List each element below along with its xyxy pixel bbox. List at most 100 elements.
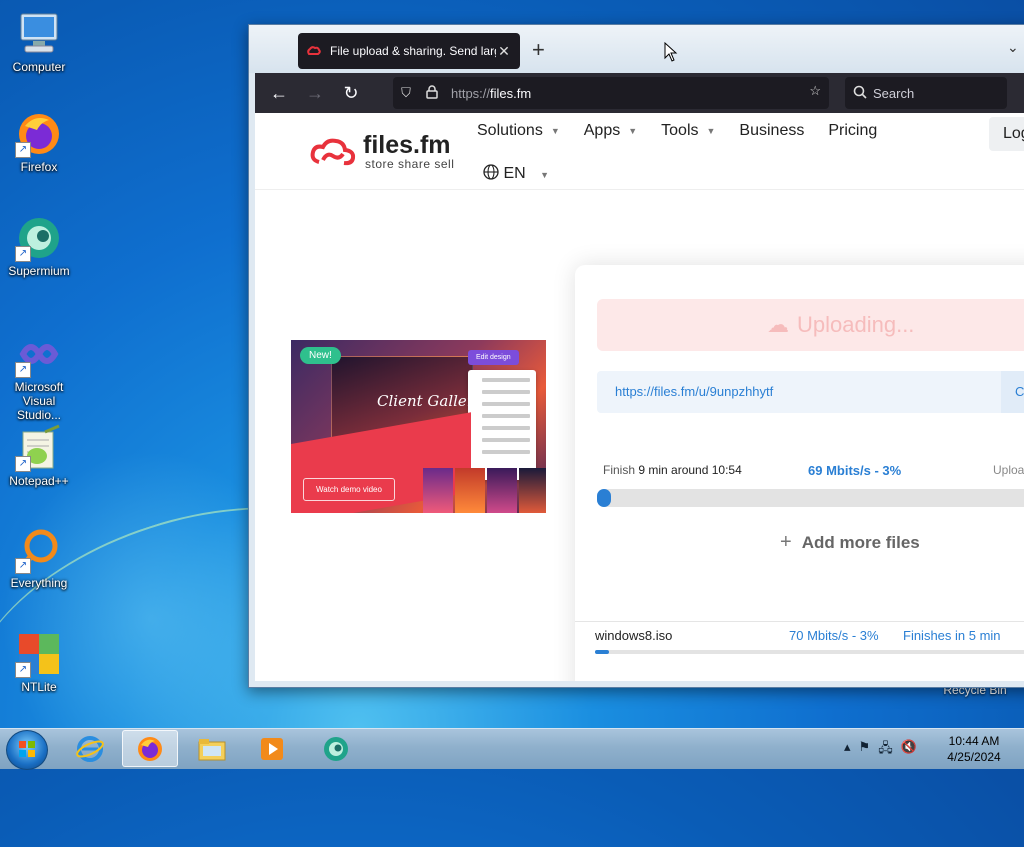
menu-solutions[interactable]: Solutions ▼ <box>477 122 560 140</box>
shortcut-arrow-icon: ↗ <box>15 662 31 678</box>
add-more-files-button[interactable]: + Add more files <box>780 531 920 554</box>
url-text: https://files.fm <box>451 86 531 101</box>
upload-stats: Finish 9 min around 10:54 69 Mbits/s - 3… <box>603 463 1024 478</box>
page-content: files.fm store share sell Solutions ▼ App… <box>255 113 1024 681</box>
search-box[interactable]: Search <box>845 77 1007 109</box>
upload-progress-fill <box>597 489 611 507</box>
watch-demo-video-button[interactable]: Watch demo video <box>303 478 395 501</box>
file-name: windows8.iso <box>595 628 673 643</box>
logo-tagline: store share sell <box>365 157 455 171</box>
caret-down-icon: ▼ <box>628 125 638 136</box>
new-tab-button[interactable]: + <box>532 37 545 63</box>
tab-title: File upload & sharing. Send large files <box>330 44 496 58</box>
logo-name: files.fm <box>363 131 451 159</box>
copy-link-button[interactable]: Copy <box>1001 371 1024 413</box>
taskbar-supermium-icon[interactable] <box>308 730 364 767</box>
files-fm-favicon-icon <box>307 46 321 55</box>
files-fm-logo[interactable]: files.fm store share sell <box>309 133 454 171</box>
desktop-icon-supermium[interactable]: ↗ Supermium <box>0 214 78 278</box>
shortcut-arrow-icon: ↗ <box>15 558 31 574</box>
mouse-cursor-icon <box>664 41 678 67</box>
menu-business[interactable]: Business <box>739 122 804 140</box>
upload-speed: 69 Mbits/s - 3% <box>808 463 902 478</box>
network-icon[interactable]: 🖧 <box>878 739 893 761</box>
menu-label: Pricing <box>828 122 878 139</box>
client-gallery-promo[interactable]: Client Gallery New! Edit design Watch de… <box>291 340 546 513</box>
action-center-flag-icon[interactable]: ⚑ <box>859 739 871 761</box>
lock-icon[interactable] <box>419 84 445 102</box>
caret-down-icon: ▼ <box>540 170 550 180</box>
tab-close-icon[interactable]: ✕ <box>496 43 512 60</box>
start-button-windows-icon[interactable] <box>6 730 48 770</box>
desktop-icon-computer[interactable]: Computer <box>0 10 78 74</box>
shortcut-arrow-icon: ↗ <box>15 456 31 472</box>
firefox-icon: ↗ <box>15 110 63 158</box>
shortcut-arrow-icon: ↗ <box>15 142 31 158</box>
menu-apps[interactable]: Apps ▼ <box>584 122 637 140</box>
supermium-icon: ↗ <box>15 214 63 262</box>
reload-icon[interactable]: ↻ <box>333 83 369 104</box>
clock[interactable]: 10:44 AM 4/25/2024 <box>944 733 1004 765</box>
language-selector[interactable]: EN ▼ <box>483 164 549 183</box>
tab-files-fm[interactable]: File upload & sharing. Send large files … <box>298 33 520 69</box>
taskbar-file-explorer-icon[interactable] <box>184 730 240 767</box>
forward-arrow-icon[interactable]: → <box>297 83 333 104</box>
desktop-icon-label: Microsoft Visual Studio... <box>14 380 64 422</box>
volume-muted-icon[interactable]: 🔇 <box>901 739 917 761</box>
visual-studio-icon: ↗ <box>15 330 63 378</box>
everything-icon: ↗ <box>15 526 63 574</box>
desktop-icon-ntlite[interactable]: ↗ NTLite <box>0 630 78 694</box>
shield-icon[interactable]: ⛉ <box>393 85 419 101</box>
file-progress-bar <box>595 650 1024 654</box>
bookmark-star-icon[interactable]: ☆ <box>809 83 821 99</box>
promo-gallery-title: Client Gallery <box>377 392 483 410</box>
shortcut-arrow-icon: ↗ <box>15 362 31 378</box>
share-link[interactable]: https://files.fm/u/9unpzhhytf <box>615 384 773 399</box>
plus-icon: + <box>780 531 792 553</box>
computer-icon <box>15 10 63 58</box>
menu-pricing[interactable]: Pricing <box>828 122 877 140</box>
cloud-upload-icon: ☁ <box>767 312 789 337</box>
login-button[interactable]: Log in <box>989 117 1024 151</box>
clock-date: 4/25/2024 <box>947 750 1001 764</box>
file-row: windows8.iso 70 Mbits/s - 3% Finishes in… <box>575 621 1024 672</box>
caret-down-icon: ▼ <box>706 125 716 136</box>
main-menu: Solutions ▼ Apps ▼ Tools ▼ Business Pricing <box>477 122 901 140</box>
list-all-tabs-chevron-icon[interactable]: ⌄ <box>1007 39 1019 56</box>
address-bar[interactable]: ⛉ https://files.fm ☆ <box>393 77 829 109</box>
finish-eta: 9 min around 10:54 <box>638 463 742 477</box>
desktop-icon-label: Computer <box>12 60 66 74</box>
url-scheme: https:// <box>451 85 491 101</box>
desktop-icon-firefox[interactable]: ↗ Firefox <box>0 110 78 174</box>
show-hidden-icons-icon[interactable]: ▴ <box>844 739 851 761</box>
desktop-icon-notepadpp[interactable]: ↗ Notepad++ <box>0 424 78 488</box>
menu-label: Tools <box>661 122 699 139</box>
search-icon <box>853 85 867 102</box>
desktop-icon-label: Supermium <box>8 264 70 278</box>
desktop-icon-label: NTLite <box>21 680 57 694</box>
system-tray: ▴ ⚑ 🖧 🔇 <box>844 739 925 761</box>
taskbar-internet-explorer-icon[interactable] <box>62 730 118 767</box>
finish-label: Finish <box>603 463 636 477</box>
ntlite-icon: ↗ <box>15 630 63 678</box>
promo-dropdown-menu <box>468 370 536 480</box>
taskbar-media-player-icon[interactable] <box>244 730 300 767</box>
tab-bar: File upload & sharing. Send large files … <box>249 25 1024 73</box>
caret-down-icon: ▼ <box>550 125 560 136</box>
menu-tools[interactable]: Tools ▼ <box>661 122 715 140</box>
desktop-icon-label: Firefox <box>20 160 58 174</box>
uploading-status-button[interactable]: ☁ Uploading... <box>597 299 1024 351</box>
taskbar: ▴ ⚑ 🖧 🔇 10:44 AM 4/25/2024 <box>0 728 1024 770</box>
cloud-logo-icon <box>310 138 356 166</box>
desktop-icon-everything[interactable]: ↗ Everything <box>0 526 78 590</box>
desktop-icon-visual-studio[interactable]: ↗ Microsoft Visual Studio... <box>0 330 78 422</box>
browser-window: File upload & sharing. Send large files … <box>248 24 1024 688</box>
upload-progress-bar <box>597 489 1024 507</box>
site-header: files.fm store share sell Solutions ▼ App… <box>255 113 1024 190</box>
file-finish: Finishes in 5 min <box>903 628 1001 643</box>
promo-thumbnails <box>423 468 546 513</box>
new-badge: New! <box>300 347 341 364</box>
taskbar-firefox-icon[interactable] <box>122 730 178 767</box>
back-arrow-icon[interactable]: ← <box>261 83 297 104</box>
share-link-box[interactable]: https://files.fm/u/9unpzhhytf Copy <box>597 371 1024 413</box>
